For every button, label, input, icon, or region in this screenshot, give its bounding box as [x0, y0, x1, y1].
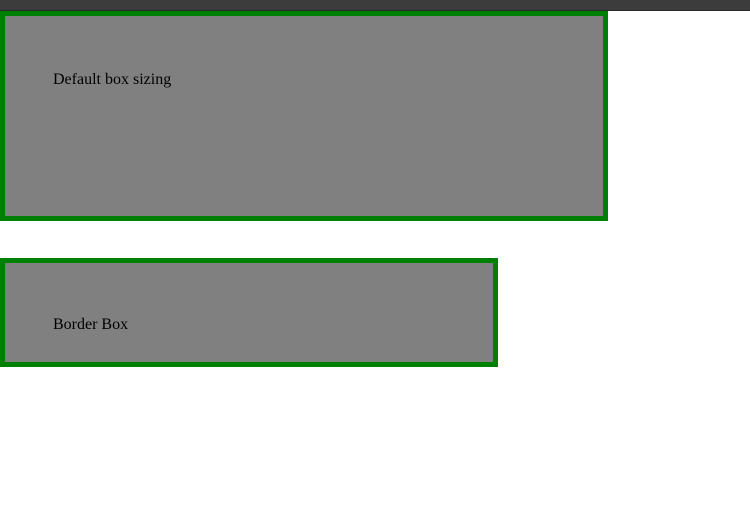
- default-box-sizing-label: Default box sizing: [53, 71, 172, 88]
- browser-top-bar: [0, 0, 750, 11]
- border-box-label: Border Box: [53, 316, 129, 333]
- border-box-box: Border Box: [0, 258, 498, 367]
- default-box-sizing-box: Default box sizing: [0, 11, 608, 221]
